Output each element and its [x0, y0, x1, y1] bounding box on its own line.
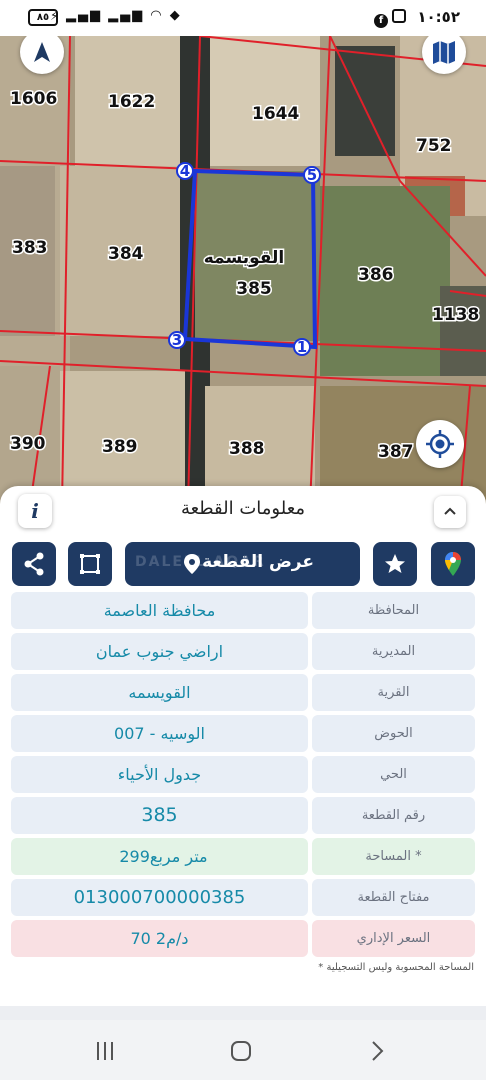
parcel-label-387: 387 — [378, 442, 414, 462]
svg-text:4: 4 — [180, 162, 190, 180]
governorate-label: المحافظة — [312, 592, 475, 629]
crosshair-icon — [426, 430, 454, 458]
area-footnote: * المساحة المحسوبة وليس التسجيلية — [318, 962, 474, 973]
parcel-label-386: 386 — [358, 265, 394, 285]
selected-plot-village: القويسمه — [204, 248, 285, 268]
plot-number-label: رقم القطعة — [312, 797, 475, 834]
detail-row-neighborhood: جدول الأحياء الحي — [11, 756, 475, 793]
plot-details-table: محافظة العاصمة المحافظة اراضي جنوب عمان … — [11, 592, 475, 961]
my-location-button[interactable] — [416, 420, 464, 468]
parcel-label-1622: 1622 — [108, 92, 155, 112]
parcel-label-388: 388 — [229, 439, 265, 459]
parcel-label-390: 390 — [10, 434, 46, 454]
clock: ١٠:٥٢ — [417, 8, 460, 26]
neighborhood-label: الحي — [312, 756, 475, 793]
signal-wifi-icons: ▂▄▆ ▂▄▆ ◠ ◆ — [66, 8, 182, 23]
basin-value: الوسيه - 007 — [11, 715, 308, 752]
detail-row-admin-price: 70 د/م2 السعر الإداري — [11, 920, 475, 957]
plot-key-value: 013000700000385 — [11, 879, 308, 916]
status-bar: ٨٥ ⚡ ▂▄▆ ▂▄▆ ◠ ◆ f ١٠:٥٢ — [0, 0, 486, 36]
directorate-value: اراضي جنوب عمان — [11, 633, 308, 670]
recent-apps-button[interactable] — [90, 1036, 120, 1066]
parcel-label-383: 383 — [12, 238, 48, 258]
google-maps-button[interactable] — [431, 542, 475, 586]
detail-row-plot-key: 013000700000385 مفتاح القطعة — [11, 879, 475, 916]
map-view[interactable]: 1606 1622 1644 752 383 384 386 1138 390 … — [0, 36, 486, 506]
area-label: المساحة * — [312, 838, 475, 875]
panel-header: i معلومات القطعة — [0, 486, 486, 536]
directorate-label: المديرية — [312, 633, 475, 670]
polygon-icon — [80, 554, 100, 574]
village-value: القويسمه — [11, 674, 308, 711]
battery-level: ٨٥ — [36, 12, 50, 23]
show-plot-label: عرض القطعة — [202, 552, 314, 572]
detail-row-basin: الوسيه - 007 الحوض — [11, 715, 475, 752]
compass-button[interactable] — [20, 36, 64, 74]
admin-price-value: 70 د/م2 — [11, 920, 308, 957]
svg-text:3: 3 — [172, 331, 182, 349]
share-icon — [24, 552, 44, 576]
show-plot-button[interactable]: DALEEL AQAR عرض القطعة — [125, 542, 360, 586]
neighborhood-value: جدول الأحياء — [11, 756, 308, 793]
share-button[interactable] — [12, 542, 56, 586]
parcel-label-1138: 1138 — [432, 305, 479, 325]
collapse-button[interactable] — [434, 496, 466, 528]
plot-number-value: 385 — [11, 797, 308, 834]
notification-icons: f — [374, 9, 406, 28]
detail-row-directorate: اراضي جنوب عمان المديرية — [11, 633, 475, 670]
plot-key-label: مفتاح القطعة — [312, 879, 475, 916]
area-value: متر مربع299 — [11, 838, 308, 875]
home-button[interactable] — [226, 1036, 256, 1066]
map-layers-button[interactable] — [422, 36, 466, 74]
chevron-up-icon — [444, 507, 456, 515]
action-toolbar: DALEEL AQAR عرض القطعة — [0, 542, 486, 586]
google-maps-icon — [445, 552, 461, 576]
map-icon — [433, 41, 455, 64]
detail-row-area: متر مربع299 المساحة * — [11, 838, 475, 875]
area-unit: متر مربع — [149, 847, 208, 866]
draw-polygon-button[interactable] — [68, 542, 112, 586]
corner-marker-1: 1 — [293, 338, 311, 356]
parcel-label-389: 389 — [102, 437, 138, 457]
parcel-label-384: 384 — [108, 244, 144, 264]
chevron-right-icon — [372, 1041, 384, 1061]
corner-marker-5: 5 — [303, 166, 321, 184]
detail-row-governorate: محافظة العاصمة المحافظة — [11, 592, 475, 629]
parcel-label-752: 752 — [416, 136, 452, 156]
basin-label: الحوض — [312, 715, 475, 752]
area-number: 299 — [119, 847, 150, 866]
location-pin-icon — [184, 554, 200, 574]
svg-text:5: 5 — [307, 166, 317, 184]
star-icon — [385, 554, 405, 573]
village-label: القرية — [312, 674, 475, 711]
governorate-value: محافظة العاصمة — [11, 592, 308, 629]
satellite-map: 1606 1622 1644 752 383 384 386 1138 390 … — [0, 36, 486, 506]
charging-icon: ⚡ — [50, 9, 59, 23]
corner-marker-3: 3 — [168, 331, 186, 349]
compass-arrow-icon — [34, 42, 50, 62]
home-icon — [231, 1041, 251, 1061]
detail-row-village: القويسمه القرية — [11, 674, 475, 711]
screen-record-icon — [392, 9, 406, 23]
system-nav-bar — [0, 1020, 486, 1080]
detail-row-plot-number: 385 رقم القطعة — [11, 797, 475, 834]
admin-price-label: السعر الإداري — [312, 920, 475, 957]
svg-text:1: 1 — [297, 338, 307, 356]
favorite-button[interactable] — [373, 542, 417, 586]
plot-info-panel: i معلومات القطعة DALEEL AQAR عرض القطعة … — [0, 486, 486, 1006]
recent-apps-icon — [97, 1042, 113, 1060]
selected-plot-number: 385 — [236, 279, 272, 299]
corner-marker-4: 4 — [176, 162, 194, 180]
back-button[interactable] — [362, 1036, 392, 1066]
parcel-label-1644: 1644 — [252, 104, 299, 124]
facebook-icon: f — [374, 14, 388, 28]
panel-title: معلومات القطعة — [180, 498, 306, 519]
parcel-label-1606: 1606 — [10, 89, 57, 109]
